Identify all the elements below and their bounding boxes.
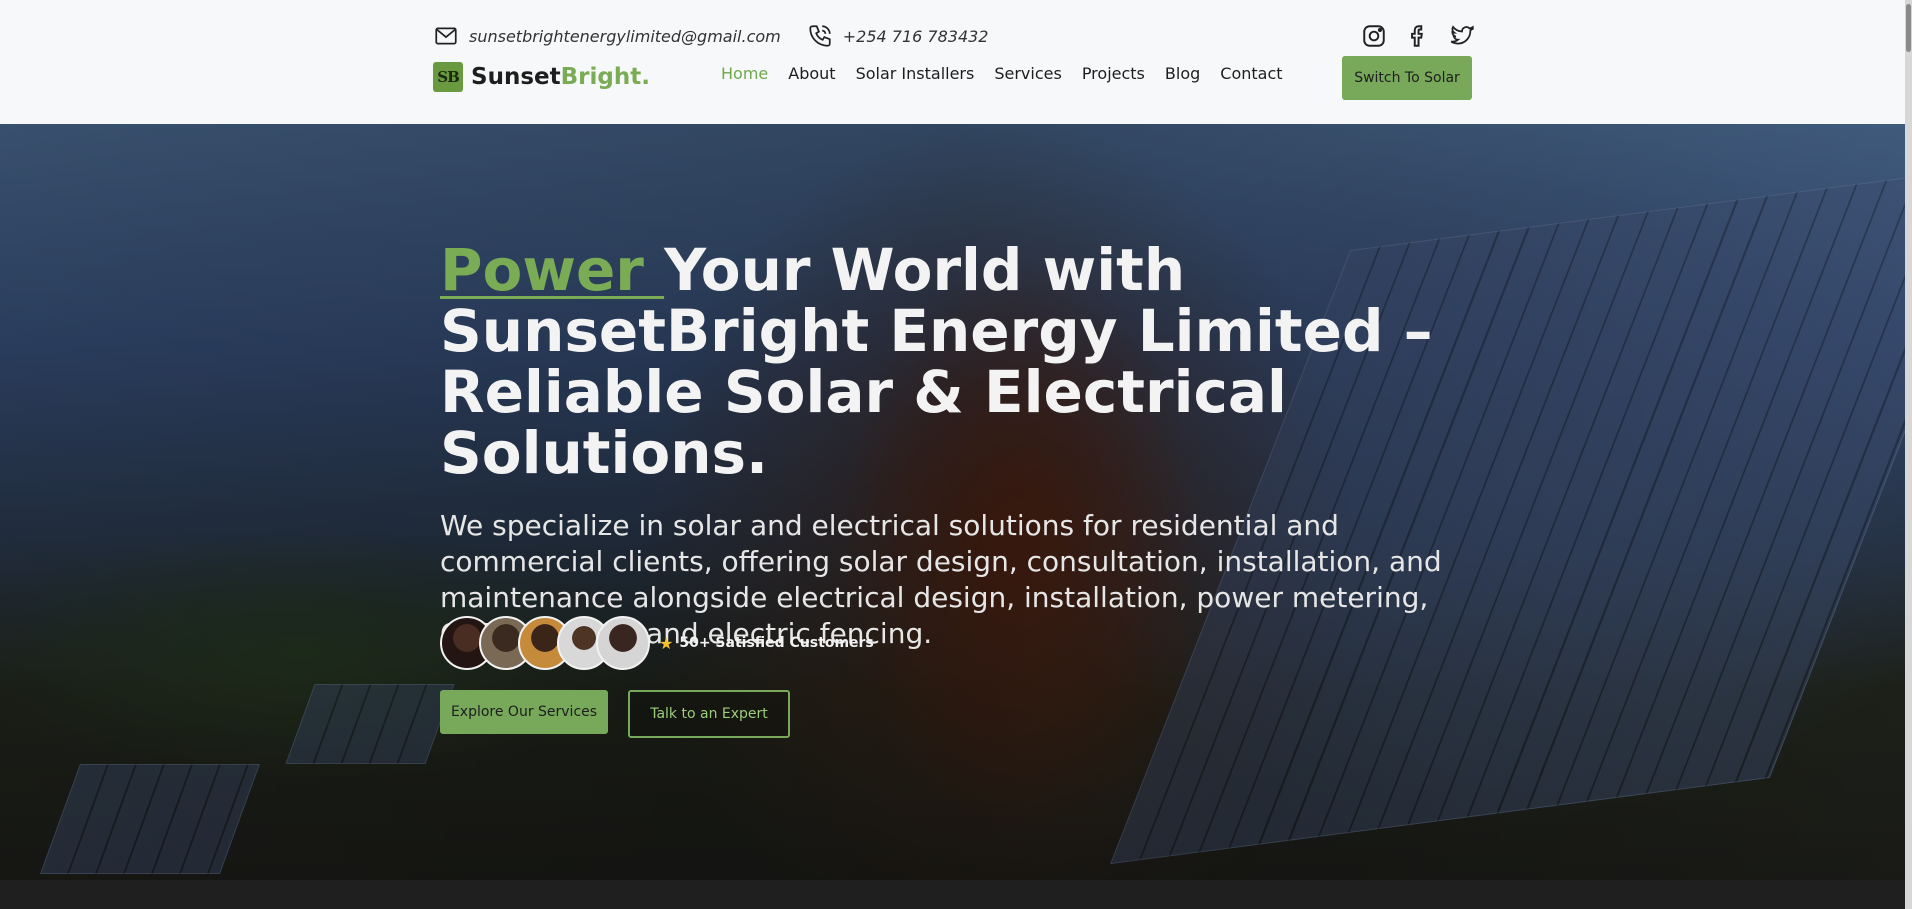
- customers-row: ★ 50+ Satisfied Customers: [440, 616, 874, 670]
- hero-buttons: Explore Our Services Talk to an Expert: [440, 690, 790, 738]
- avatar: [596, 616, 650, 670]
- site-header: sunsetbrightenergylimited@gmail.com +254…: [0, 0, 1905, 124]
- social-links: [1360, 22, 1476, 50]
- logo-text: SunsetBright.: [471, 64, 650, 90]
- contact-bar: sunsetbrightenergylimited@gmail.com +254…: [433, 22, 988, 50]
- main-nav: Home About Solar Installers Services Pro…: [721, 64, 1283, 83]
- email-contact[interactable]: sunsetbrightenergylimited@gmail.com: [433, 23, 781, 49]
- star-icon: ★: [659, 633, 674, 653]
- hero-section: Power Your World with SunsetBright Energ…: [0, 124, 1905, 880]
- switch-to-solar-button[interactable]: Switch To Solar: [1342, 56, 1472, 100]
- phone-contact[interactable]: +254 716 783432: [807, 23, 989, 49]
- next-section-edge: [0, 880, 1905, 909]
- instagram-icon[interactable]: [1360, 22, 1388, 50]
- talk-to-expert-button[interactable]: Talk to an Expert: [628, 690, 790, 738]
- nav-item-solar-installers[interactable]: Solar Installers: [856, 64, 975, 83]
- hero-headline: Power Your World with SunsetBright Energ…: [440, 240, 1480, 484]
- customer-avatars: [440, 616, 650, 670]
- customers-label: 50+ Satisfied Customers: [679, 635, 874, 651]
- mail-icon: [435, 27, 457, 45]
- nav-item-contact[interactable]: Contact: [1220, 64, 1282, 83]
- phone-icon: [809, 25, 831, 47]
- nav-item-about[interactable]: About: [788, 64, 835, 83]
- email-text: sunsetbrightenergylimited@gmail.com: [469, 26, 781, 46]
- nav-item-home[interactable]: Home: [721, 64, 768, 83]
- logo-badge: SB: [433, 62, 463, 92]
- page-scrollbar[interactable]: [1905, 0, 1912, 909]
- twitter-icon[interactable]: [1448, 22, 1476, 50]
- nav-item-projects[interactable]: Projects: [1082, 64, 1145, 83]
- site-logo[interactable]: SB SunsetBright.: [433, 62, 650, 92]
- logo-dot: .: [641, 64, 650, 90]
- phone-text: +254 716 783432: [842, 26, 989, 46]
- logo-name-primary: Sunset: [471, 64, 561, 90]
- logo-name-accent: Bright: [560, 64, 642, 90]
- nav-item-services[interactable]: Services: [994, 64, 1061, 83]
- hero-content: Power Your World with SunsetBright Energ…: [440, 240, 1480, 652]
- facebook-icon[interactable]: [1404, 22, 1432, 50]
- customers-rating: ★ 50+ Satisfied Customers: [659, 634, 874, 653]
- explore-services-button[interactable]: Explore Our Services: [440, 690, 608, 734]
- scrollbar-thumb[interactable]: [1906, 4, 1911, 52]
- headline-accent: Power: [440, 236, 665, 304]
- nav-item-blog[interactable]: Blog: [1165, 64, 1200, 83]
